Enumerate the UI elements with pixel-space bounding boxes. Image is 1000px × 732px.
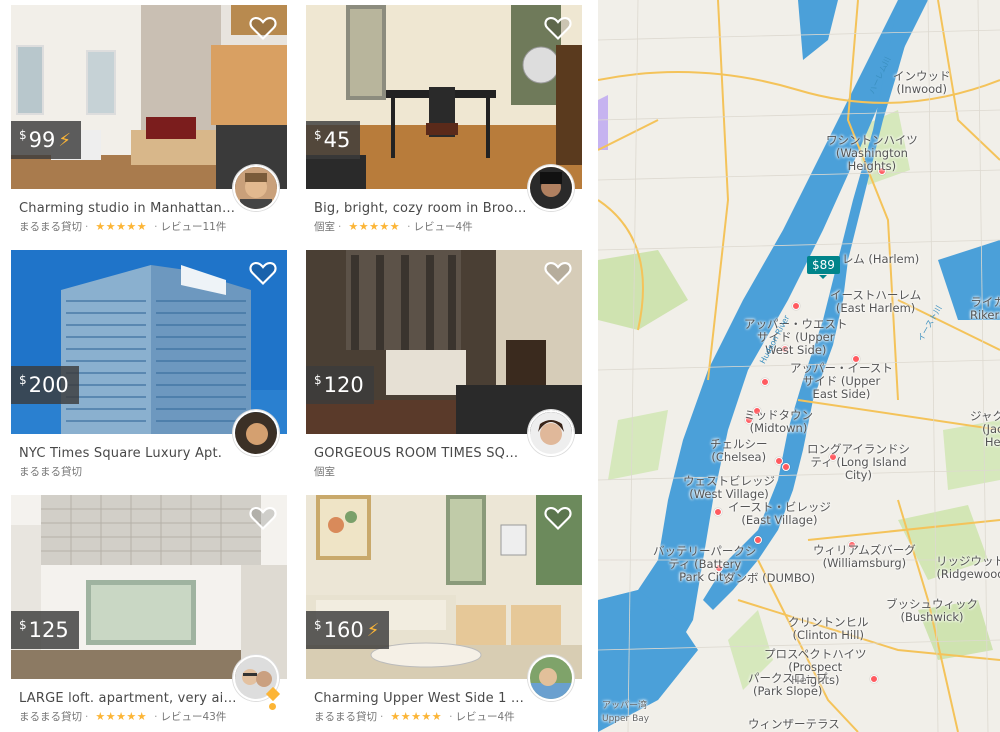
map-label-williamsburg: ウィリアムズバーグ (Williamsburg) — [813, 543, 916, 570]
star-rating: ★★★★★ — [95, 710, 148, 723]
listing-title[interactable]: LARGE loft. apartment, very ai… — [19, 691, 279, 706]
review-count: レビュー4件 — [455, 711, 515, 723]
map-label-clinton-hill: クリントンヒル (Clinton Hill) — [788, 615, 869, 642]
map-label-lic: ロングアイランドシ ティ (Long Island City) — [807, 442, 910, 482]
map-label-harlem: レム (Harlem) — [842, 252, 920, 266]
map-pin[interactable] — [792, 302, 800, 310]
map-label-washington-heights: ワシントンハイツ (Washington Heights) — [826, 133, 918, 173]
room-type: まるまる貸切 — [314, 711, 377, 723]
price-tag: $ 200 — [11, 366, 79, 404]
price-amount: 125 — [28, 618, 69, 642]
map-pin[interactable] — [782, 463, 790, 471]
currency-symbol: $ — [19, 618, 27, 632]
map-label-upper-east: アッパー・イースト サイド (Upper East Side) — [790, 361, 893, 401]
listing-card[interactable]: $ 160 ⚡ Charming Upper West Side 1 … まるま… — [306, 495, 582, 730]
heart-icon[interactable] — [544, 505, 572, 531]
currency-symbol: $ — [314, 373, 322, 387]
listing-meta: まるまる貸切 · ★★★★★ · レビュー43件 — [19, 710, 227, 723]
star-rating: ★★★★★ — [390, 710, 443, 723]
review-count: レビュー11件 — [160, 221, 227, 233]
map-pin[interactable] — [761, 378, 769, 386]
room-type: 個室 — [314, 466, 335, 478]
heart-icon[interactable] — [249, 15, 277, 41]
listing-photo[interactable]: $ 45 — [306, 5, 582, 189]
instant-book-icon: ⚡ — [58, 129, 72, 151]
map-label-midtown: ミッドタウン (Midtown) — [744, 408, 813, 435]
price-tag: $ 160 ⚡ — [306, 611, 390, 649]
map-label-jackson: ジャクソ (Jac He — [970, 409, 1000, 449]
currency-symbol: $ — [314, 128, 322, 142]
instant-book-icon: ⚡ — [366, 619, 380, 641]
listing-title[interactable]: Charming studio in Manhattan… — [19, 201, 279, 216]
listing-title[interactable]: GORGEOUS ROOM TIMES SQ… — [314, 446, 574, 461]
listing-meta: まるまる貸切 · ★★★★★ · レビュー4件 — [314, 710, 515, 723]
price-amount: 120 — [323, 373, 364, 397]
listing-photo[interactable]: $ 125 — [11, 495, 287, 679]
room-type: まるまる貸切 — [19, 711, 82, 723]
price-amount: 99 — [28, 128, 56, 152]
currency-symbol: $ — [314, 618, 322, 632]
price-amount: 200 — [28, 373, 69, 397]
listing-title[interactable]: Charming Upper West Side 1 … — [314, 691, 574, 706]
star-rating: ★★★★★ — [348, 220, 401, 233]
price-tag: $ 125 — [11, 611, 79, 649]
map-label-upper-bay: アッパー湾 Upper Bay — [602, 701, 650, 724]
map-pin[interactable] — [754, 536, 762, 544]
listing-card[interactable]: $ 45 Big, bright, cozy room in Broo… 個室 ·… — [306, 5, 582, 240]
listing-meta: まるまる貸切 — [19, 464, 82, 479]
listing-card[interactable]: $ 99 ⚡ Charming studio in Manhattan… まるま… — [11, 5, 287, 240]
price-amount: 45 — [323, 128, 351, 152]
currency-symbol: $ — [19, 128, 27, 142]
listing-card[interactable]: $ 120 GORGEOUS ROOM TIMES SQ… 個室 — [306, 250, 582, 485]
room-type: まるまる貸切 — [19, 221, 82, 233]
review-count: レビュー4件 — [413, 221, 473, 233]
map-label-east-harlem: イーストハーレム (East Harlem) — [830, 288, 922, 315]
room-type: まるまる貸切 — [19, 466, 82, 478]
listing-title[interactable]: NYC Times Square Luxury Apt. — [19, 446, 279, 461]
map-price-marker[interactable]: $89 — [807, 256, 840, 279]
heart-icon[interactable] — [249, 505, 277, 531]
listing-photo[interactable]: $ 160 ⚡ — [306, 495, 582, 679]
listings-panel: $ 99 ⚡ Charming studio in Manhattan… まるま… — [0, 0, 598, 732]
listing-meta: 個室 · ★★★★★ · レビュー4件 — [314, 220, 473, 233]
map-label-east-village: イースト・ビレッジ (East Village) — [728, 500, 831, 527]
map-label-windsor: ウィンザーテラス — [748, 717, 840, 731]
map-label-bushwick: ブッシュウィック (Bushwick) — [886, 597, 978, 624]
star-rating: ★★★★★ — [95, 220, 148, 233]
currency-symbol: $ — [19, 373, 27, 387]
map-pin[interactable] — [714, 508, 722, 516]
map[interactable]: $89 インウッド (Inwood) ワシントンハイツ (Washington … — [598, 0, 1000, 732]
room-type: 個室 — [314, 221, 335, 233]
price-tag: $ 120 — [306, 366, 374, 404]
map-label-park-slope: パークスロープ (Park Slope) — [748, 671, 828, 698]
heart-icon[interactable] — [544, 15, 572, 41]
listing-meta: 個室 — [314, 464, 335, 479]
listing-card[interactable]: $ 200 NYC Times Square Luxury Apt. まるまる貸… — [11, 250, 287, 485]
price-amount: 160 — [323, 618, 364, 642]
map-pin[interactable] — [870, 675, 878, 683]
listing-photo[interactable]: $ 200 — [11, 250, 287, 434]
map-label-inwood: インウッド (Inwood) — [893, 69, 951, 96]
review-count: レビュー43件 — [160, 711, 227, 723]
heart-icon[interactable] — [249, 260, 277, 286]
price-tag: $ 99 ⚡ — [11, 121, 82, 159]
listing-title[interactable]: Big, bright, cozy room in Broo… — [314, 201, 574, 216]
listing-photo[interactable]: $ 99 ⚡ — [11, 5, 287, 189]
map-label-upper-west: アッパー・ウエスト サイド (Upper West Side) — [744, 317, 848, 357]
price-tag: $ 45 — [306, 121, 361, 159]
listing-photo[interactable]: $ 120 — [306, 250, 582, 434]
heart-icon[interactable] — [544, 260, 572, 286]
map-label-rikers: ライカ Rikers — [970, 295, 1000, 322]
listing-card[interactable]: $ 125 LARGE loft. apartment, very ai… まる… — [11, 495, 287, 730]
listing-meta: まるまる貸切 · ★★★★★ · レビュー11件 — [19, 220, 227, 233]
map-label-west-village: ウェストビレッジ (West Village) — [683, 474, 775, 501]
map-label-chelsea: チェルシー (Chelsea) — [710, 437, 768, 464]
map-label-dumbo: ダンボ (DUMBO) — [724, 571, 816, 585]
map-label-ridgewood: リッジウッド (Ridgewood — [936, 554, 1000, 581]
